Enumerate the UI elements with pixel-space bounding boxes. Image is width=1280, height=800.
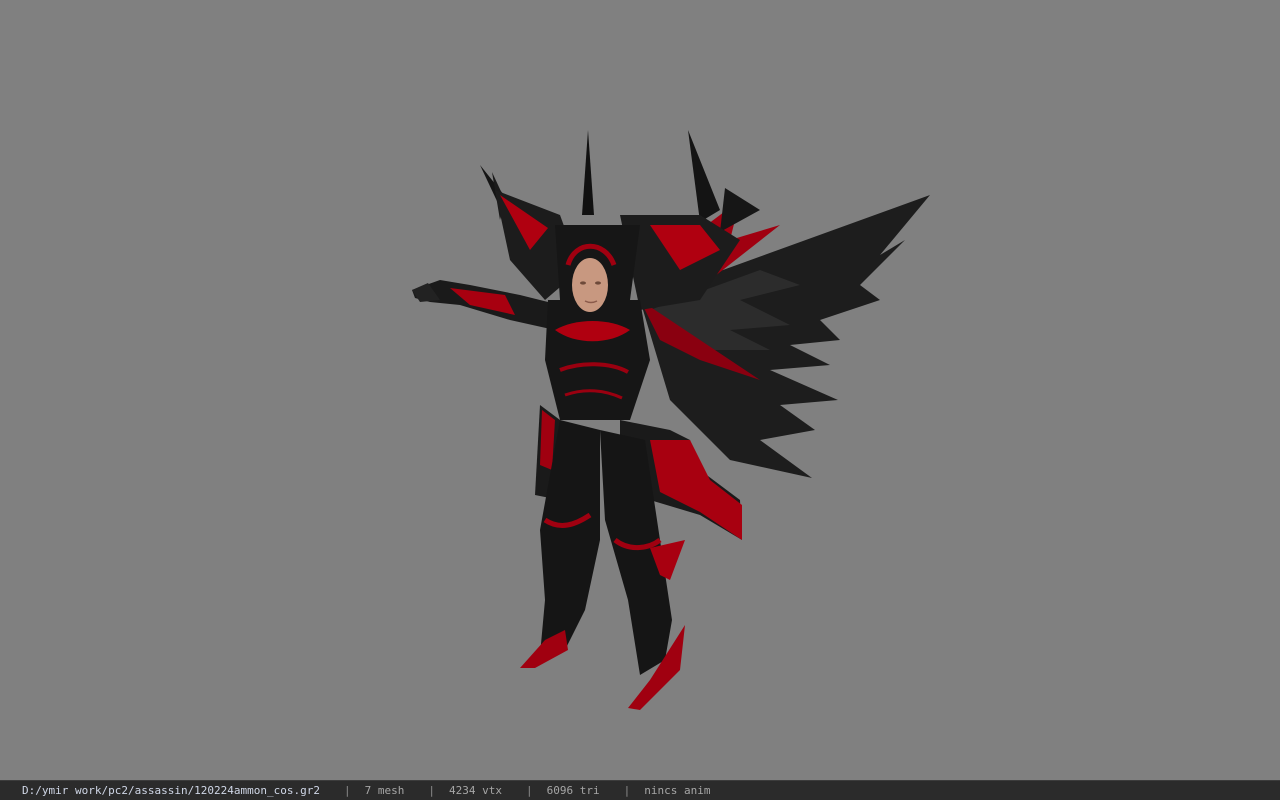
vertex-count: 4234 vtx (449, 784, 502, 797)
character-model (412, 130, 930, 710)
separator: | (526, 784, 533, 797)
file-path: D:/ymir work/pc2/assassin/120224ammon_co… (22, 784, 321, 797)
torso (545, 300, 650, 420)
model-viewport[interactable] (0, 0, 1280, 780)
separator: | (623, 784, 631, 797)
separator: | (428, 784, 436, 797)
separator: | (344, 784, 351, 797)
mesh-count: 7 mesh (364, 784, 405, 797)
triangle-count: 6096 tri (546, 784, 600, 797)
status-bar: D:/ymir work/pc2/assassin/120224ammon_co… (0, 780, 1280, 800)
animation-status: nincs anim (644, 784, 711, 797)
